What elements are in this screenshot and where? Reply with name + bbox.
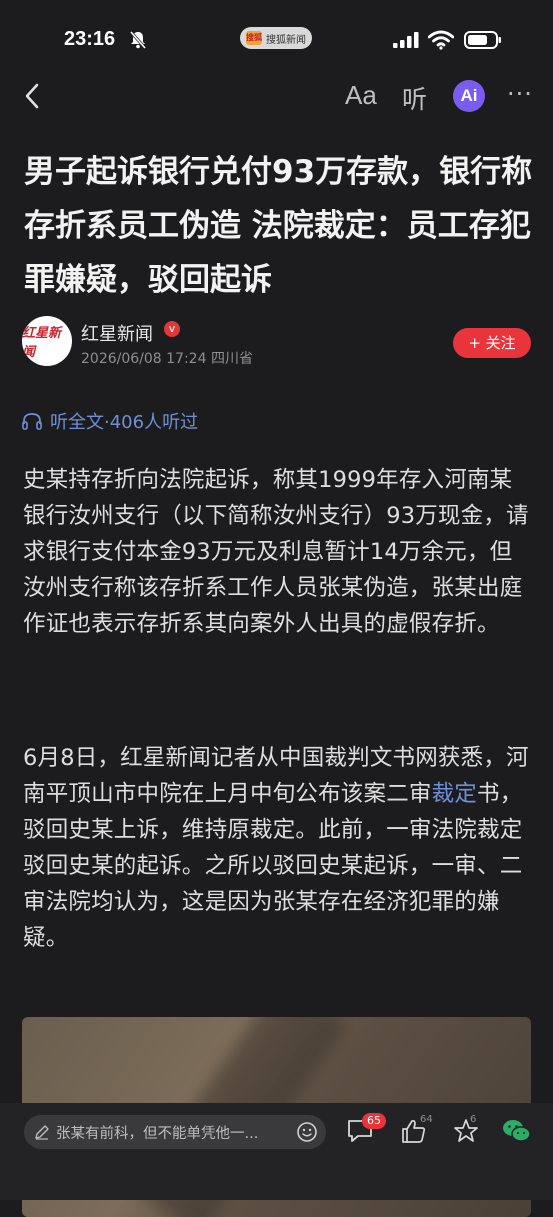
author-logo: 红星新闻 [22,326,62,360]
ruling-link[interactable]: 裁定 [432,781,477,807]
article-headline: 男子起诉银行兑付93万存款，银行称存折系员工伪造 法院裁定：员工存犯罪嫌疑，驳回… [24,154,533,298]
article-meta: 2026/06/08 17:24 四川省 [81,348,253,368]
headphones-icon [22,413,42,430]
listen-full-text-label: 听全文·406人听过 [50,412,199,433]
pencil-icon [35,1125,49,1140]
more-options-button[interactable]: ··· [507,80,533,108]
listen-button[interactable]: 听 [402,80,427,116]
publish-date: 2026/06/08 17:24 [81,351,207,367]
publish-location: 四川省 [210,351,253,367]
battery-icon [464,31,501,49]
cellular-signal-icon [393,32,419,48]
favorite-count: 6 [470,1114,477,1125]
follow-button[interactable]: + 关注 [453,328,531,358]
comment-input[interactable]: 张某有前科，但不能单凭他一... [24,1115,326,1149]
ai-assistant-button[interactable]: Ai [453,80,485,112]
wechat-share-icon[interactable] [502,1118,532,1144]
app-source-label: 搜狐新闻 [266,34,306,46]
app-source-pill[interactable]: 搜狐 搜狐新闻 [240,27,312,49]
font-size-button[interactable]: Aa [345,80,377,111]
listen-full-text-link[interactable]: 听全文·406人听过 [22,408,198,434]
sohu-logo-icon: 搜狐 [246,31,262,45]
emoji-icon[interactable] [296,1121,318,1143]
like-count: 64 [420,1114,433,1125]
article-paragraph-1: 史某持存折向法院起诉，称其1999年存入河南某银行汝州支行（以下简称汝州支行）9… [23,467,529,637]
back-arrow-icon[interactable] [22,82,42,110]
author-avatar[interactable]: 红星新闻 [22,316,72,366]
wifi-icon [428,30,454,50]
author-name[interactable]: 红星新闻 [81,320,153,346]
mute-bell-icon [129,31,147,49]
article-paragraph-2: 6月8日，红星新闻记者从中国裁判文书网获悉，河南平顶山市中院在上月中旬公布该案二… [23,740,533,956]
status-time: 23:16 [64,28,116,50]
comment-placeholder: 张某有前科，但不能单凭他一... [56,1125,259,1142]
comment-count-badge: 65 [362,1113,386,1129]
verified-badge-icon: v [164,321,180,337]
